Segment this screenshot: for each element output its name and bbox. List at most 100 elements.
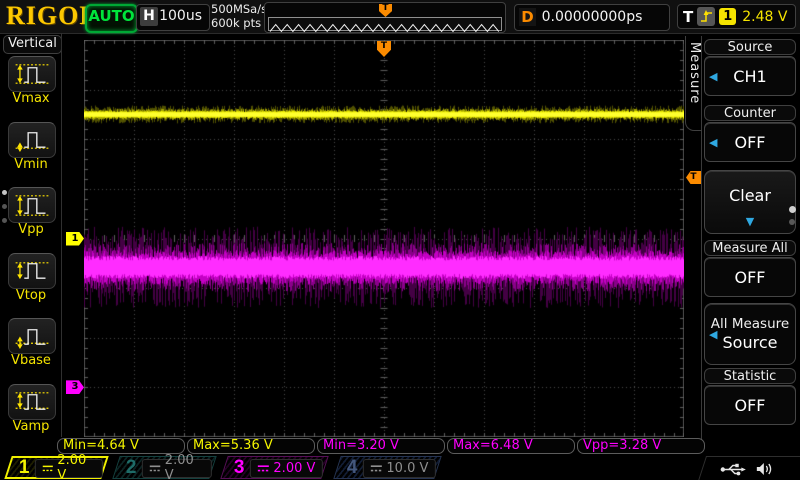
measure-item-button-vmin[interactable] bbox=[8, 122, 56, 158]
memory-depth: 600k pts bbox=[211, 17, 267, 31]
measure-item-button-vtop[interactable] bbox=[8, 253, 56, 289]
chevron-left-icon: ◀ bbox=[709, 136, 717, 149]
measurement-readout: Min=4.64 V bbox=[57, 438, 185, 454]
trigger-level-marker[interactable]: T bbox=[686, 171, 701, 184]
vtop-icon bbox=[13, 257, 51, 284]
usb-icon bbox=[720, 462, 746, 475]
menu-value-text: OFF bbox=[735, 133, 766, 152]
top-status-bar: RIGOL AUTO H 100us 500MSa/s 600k pts T D… bbox=[0, 0, 800, 34]
menu-label-statistic: Statistic bbox=[704, 368, 796, 384]
channel-scale: 2.00 V bbox=[165, 453, 205, 480]
acquisition-info: 500MSa/s 600k pts bbox=[211, 3, 267, 30]
page-dot bbox=[2, 190, 7, 195]
menu-button-clear[interactable]: Clear ▼ bbox=[704, 170, 796, 234]
channel-1-status[interactable]: 1 2.00 V bbox=[4, 456, 108, 479]
trigger-level-value: 2.48 V bbox=[742, 9, 787, 25]
menu-value-statistic[interactable]: OFF bbox=[704, 385, 796, 425]
sound-icon bbox=[756, 462, 773, 476]
menu-item-label: All Measure bbox=[711, 316, 789, 333]
chevron-down-icon: ▼ bbox=[705, 216, 795, 227]
page-dot bbox=[789, 219, 795, 225]
channel-scale-chip: 2.00 V bbox=[35, 458, 103, 477]
tab-measure[interactable]: Measure bbox=[685, 36, 702, 131]
horizontal-timebase-box: H 100us bbox=[136, 4, 210, 31]
channel-3-status[interactable]: 3 2.00 V bbox=[220, 456, 328, 479]
sidebar-divider bbox=[61, 33, 62, 437]
measure-item-label: Vamp bbox=[0, 419, 62, 434]
tab-measure-label: Measure bbox=[687, 42, 702, 104]
menu-item-all-measure[interactable]: ◀All MeasureSource bbox=[704, 303, 796, 365]
channel-scale-chip: 2.00 V bbox=[250, 458, 323, 477]
trigger-status-box: T 1 2.48 V bbox=[677, 4, 796, 29]
page-dot bbox=[789, 206, 796, 213]
delay-value: 0.00000000ps bbox=[515, 9, 669, 25]
measure-item-button-vmax[interactable] bbox=[8, 56, 56, 92]
measure-item-label: Vbase bbox=[0, 353, 62, 368]
rigol-logo: RIGOL bbox=[6, 1, 98, 31]
page-dot bbox=[2, 204, 7, 209]
waveform-overview: T bbox=[264, 2, 506, 33]
trigger-source-badge: 1 bbox=[719, 8, 736, 25]
run-status-badge: AUTO bbox=[85, 4, 138, 33]
measurement-readout: Max=6.48 V bbox=[447, 438, 575, 454]
waveform-thumbnail-trace bbox=[269, 23, 499, 33]
channel-scale: 2.00 V bbox=[274, 460, 316, 475]
timebase-value: 100us bbox=[159, 8, 202, 24]
menu-value-text: CH1 bbox=[733, 67, 766, 86]
measure-item-button-vbase[interactable] bbox=[8, 318, 56, 354]
delay-box: D 0.00000000ps bbox=[514, 4, 670, 31]
horizontal-label: H bbox=[140, 7, 158, 26]
menu-button-label: Clear bbox=[729, 186, 771, 205]
menu-label-counter: Counter bbox=[704, 105, 796, 121]
menu-item-value: Source bbox=[723, 333, 778, 353]
sample-rate: 500MSa/s bbox=[211, 3, 267, 17]
channel-4-status[interactable]: 410.0 V bbox=[333, 456, 441, 479]
channel-scale-chip: 10.0 V bbox=[363, 458, 436, 477]
vamp-icon bbox=[13, 388, 51, 415]
channel-scale: 2.00 V bbox=[58, 453, 97, 480]
ch1-ground-marker[interactable]: 1 bbox=[66, 232, 84, 246]
rising-edge-icon bbox=[697, 7, 715, 26]
menu-value-source[interactable]: ◀ CH1 bbox=[704, 56, 796, 96]
scope-graticule bbox=[84, 40, 684, 437]
waveform-overview-strip bbox=[268, 17, 502, 31]
menu-value-measure-all[interactable]: OFF bbox=[704, 257, 796, 297]
vmax-icon bbox=[13, 61, 51, 88]
menu-label-source: Source bbox=[704, 39, 796, 55]
menu-value-counter[interactable]: ◀ OFF bbox=[704, 122, 796, 162]
measure-item-label: Vmin bbox=[0, 157, 62, 172]
measurement-readout: Min=3.20 V bbox=[317, 438, 445, 454]
vmin-icon bbox=[13, 126, 51, 153]
channel-2-status[interactable]: 2 2.00 V bbox=[112, 456, 216, 479]
chevron-left-icon: ◀ bbox=[709, 328, 717, 341]
measure-item-button-vpp[interactable] bbox=[8, 187, 56, 223]
system-status-icons bbox=[698, 456, 800, 480]
vbase-icon bbox=[13, 323, 51, 350]
trigger-label: T bbox=[683, 8, 693, 26]
measure-item-label: Vpp bbox=[0, 222, 62, 237]
dc-coupling-icon bbox=[257, 463, 270, 472]
channel-number: 2 bbox=[126, 457, 137, 479]
dc-coupling-icon bbox=[149, 463, 161, 472]
dc-coupling-icon bbox=[370, 463, 383, 472]
page-dot bbox=[2, 218, 7, 223]
menu-label-measure-all: Measure All bbox=[704, 240, 796, 256]
measure-item-label: Vtop bbox=[0, 288, 62, 303]
trigger-position-icon: T bbox=[379, 4, 392, 17]
dc-coupling-icon bbox=[42, 463, 54, 472]
chevron-left-icon: ◀ bbox=[709, 70, 717, 83]
measure-item-button-vamp[interactable] bbox=[8, 384, 56, 420]
measure-item-label: Vmax bbox=[0, 91, 62, 106]
channel-scale: 10.0 V bbox=[387, 460, 429, 475]
menu-value-text: OFF bbox=[735, 396, 766, 415]
ch3-ground-marker[interactable]: 3 bbox=[66, 380, 84, 394]
menu-value-text: OFF bbox=[735, 268, 766, 287]
channel-number: 1 bbox=[19, 457, 30, 479]
measurement-readout: Vpp=3.28 V bbox=[577, 438, 705, 454]
channel-scale-chip: 2.00 V bbox=[142, 458, 212, 477]
vpp-icon bbox=[13, 192, 51, 219]
measurement-readout: Max=5.36 V bbox=[187, 438, 315, 454]
channel-number: 3 bbox=[234, 457, 245, 479]
oscilloscope-screen: RIGOL AUTO H 100us 500MSa/s 600k pts T D… bbox=[0, 0, 800, 480]
left-menu-title: Vertical bbox=[3, 35, 62, 54]
